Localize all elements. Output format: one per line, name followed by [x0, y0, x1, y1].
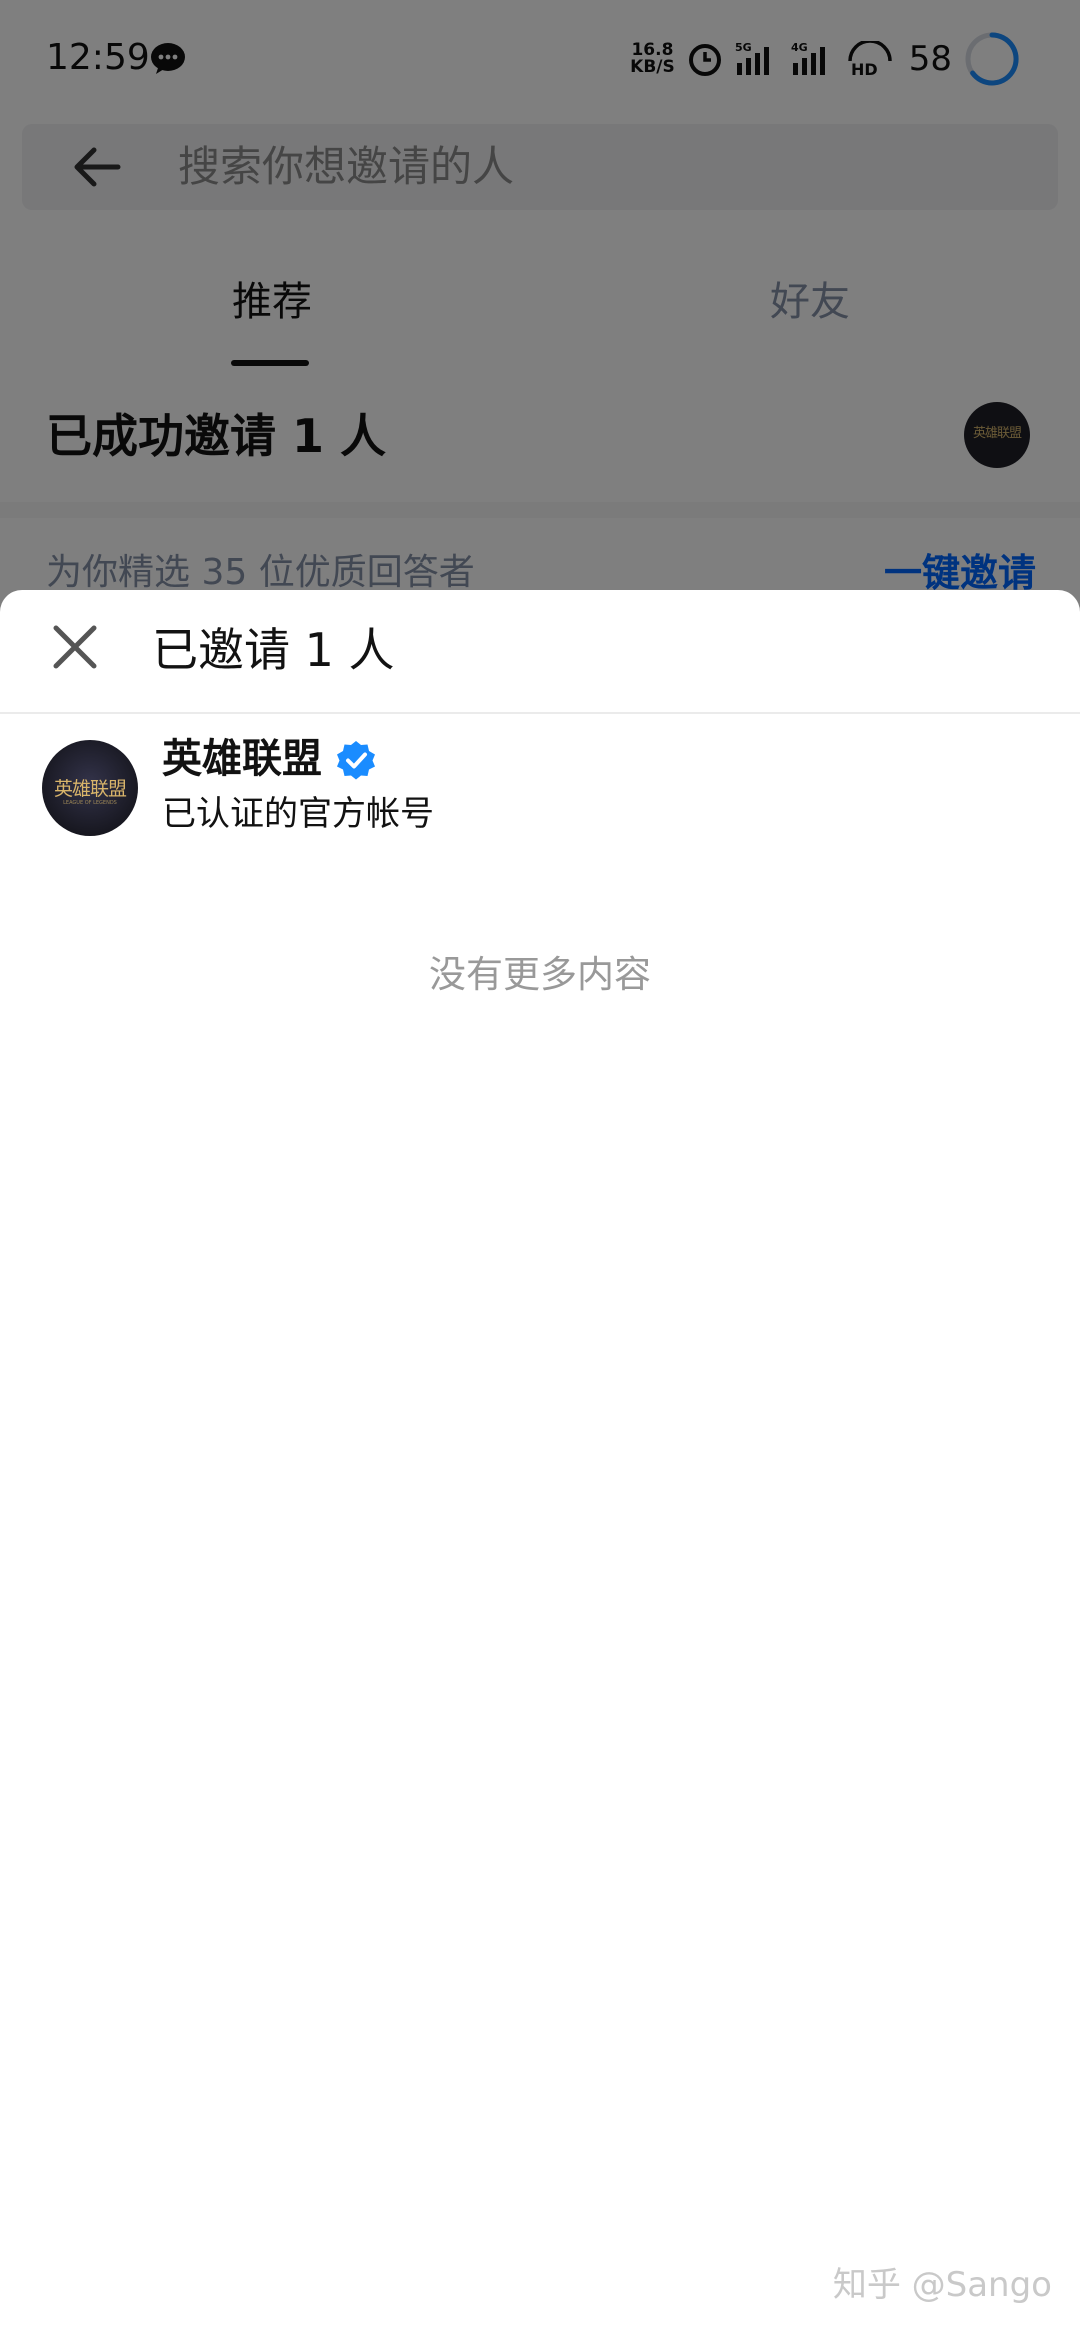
close-icon[interactable] [46, 618, 104, 676]
list-item[interactable]: 英雄联盟 LEAGUE OF LEGENDS 英雄联盟 已认证的官方帐号 [0, 730, 1080, 850]
avatar-logo-text: 英雄联盟 [53, 778, 127, 800]
user-description: 已认证的官方帐号 [162, 794, 434, 834]
watermark: 知乎 @Sango [832, 2265, 1052, 2305]
invited-sheet: 已邀请 1 人 英雄联盟 LEAGUE OF LEGENDS 英雄联盟 已认证的… [0, 590, 1080, 2340]
sheet-header: 已邀请 1 人 [0, 590, 1080, 714]
avatar-logo-subtext: LEAGUE OF LEGENDS [63, 800, 117, 806]
sheet-title: 已邀请 1 人 [152, 623, 395, 677]
end-of-list-text: 没有更多内容 [429, 953, 651, 996]
verified-badge-icon [337, 741, 375, 780]
user-name[interactable]: 英雄联盟 [162, 732, 322, 786]
avatar[interactable]: 英雄联盟 LEAGUE OF LEGENDS [42, 740, 138, 836]
